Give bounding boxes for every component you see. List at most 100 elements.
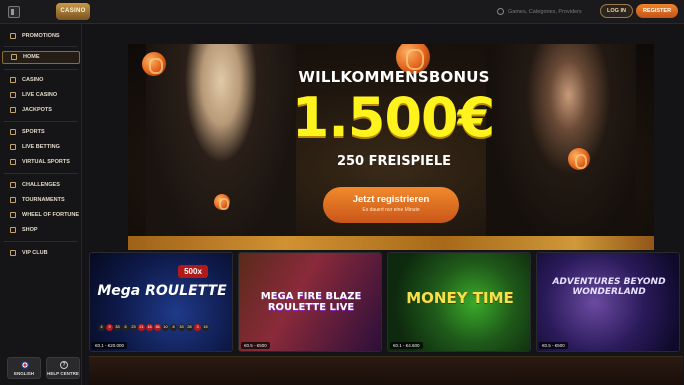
crown-icon bbox=[10, 250, 16, 256]
number-chip: 28 bbox=[186, 324, 193, 331]
game-tile-wonderland[interactable]: ADVENTURES BEYOND WONDERLAND €0.5 - €500 bbox=[536, 252, 680, 352]
jackpot-icon bbox=[10, 107, 16, 113]
number-chip: 8 bbox=[170, 324, 177, 331]
shop-icon bbox=[10, 227, 16, 233]
register-button[interactable]: REGISTER bbox=[636, 4, 678, 18]
login-button[interactable]: LOG IN bbox=[600, 4, 633, 18]
number-chip: 9 bbox=[106, 324, 113, 331]
sidebar-item-label: TOURNAMENTS bbox=[22, 197, 65, 203]
hero-bonus-amount: 1.500€ bbox=[291, 86, 495, 149]
divider bbox=[4, 241, 78, 242]
uk-flag-icon bbox=[21, 361, 29, 369]
sidebar: PROMOTIONS HOME CASINO LIVE CASINO JACKP… bbox=[0, 24, 82, 385]
cta-sublabel: Es dauert nur eine Minute bbox=[362, 207, 420, 213]
game-tile-fire-blaze-roulette[interactable]: MEGA FIRE BLAZE ROULETTE LIVE €0.5 - €50… bbox=[238, 252, 382, 352]
sidebar-item-label: LIVE BETTING bbox=[22, 144, 60, 150]
sidebar-item-virtual-sports[interactable]: VIRTUAL SPORTS bbox=[2, 156, 80, 168]
sidebar-item-live-betting[interactable]: LIVE BETTING bbox=[2, 141, 80, 153]
number-chip: 33 bbox=[114, 324, 121, 331]
game-title: ADVENTURES BEYOND WONDERLAND bbox=[552, 277, 666, 297]
search-box[interactable] bbox=[494, 5, 594, 19]
sidebar-item-sports[interactable]: SPORTS bbox=[2, 126, 80, 138]
sidebar-item-shop[interactable]: SHOP bbox=[2, 224, 80, 236]
number-chip: 4 bbox=[98, 324, 105, 331]
top-bar: CASINO LOG IN REGISTER bbox=[0, 0, 684, 24]
next-section-banner bbox=[89, 356, 683, 385]
gold-coins-pile bbox=[128, 236, 654, 250]
sidebar-item-label: VIP CLUB bbox=[22, 250, 48, 256]
game-title: MEGA FIRE BLAZE ROULETTE LIVE bbox=[260, 291, 362, 313]
sidebar-item-label: LIVE CASINO bbox=[22, 92, 58, 98]
number-chip: 21 bbox=[138, 324, 145, 331]
hero-free-spins: 250 FREISPIELE bbox=[336, 154, 452, 169]
number-chip: 18 bbox=[146, 324, 153, 331]
number-chip: 3 bbox=[194, 324, 201, 331]
bet-limits: €0.5 - €500 bbox=[241, 342, 270, 349]
sidebar-item-casino[interactable]: CASINO bbox=[2, 74, 80, 86]
sidebar-item-wheel-of-fortune[interactable]: WHEEL OF FORTUNE bbox=[2, 209, 80, 221]
hero-title: WILLKOMMENSBONUS bbox=[298, 68, 490, 86]
help-centre-button[interactable]: ? HELP CENTRE bbox=[46, 357, 80, 379]
sidebar-item-tournaments[interactable]: TOURNAMENTS bbox=[2, 194, 80, 206]
trophy-icon bbox=[10, 182, 16, 188]
sidebar-item-vip-club[interactable]: VIP CLUB bbox=[2, 247, 80, 259]
menu-toggle-icon[interactable] bbox=[8, 6, 20, 18]
help-icon: ? bbox=[60, 361, 68, 369]
number-chip: 33 bbox=[178, 324, 185, 331]
game-artwork bbox=[90, 253, 232, 351]
number-chip: 10 bbox=[162, 324, 169, 331]
game-tile-mega-roulette[interactable]: Mega ROULETTE 500x 4 9 33 6 23 21 18 36 10 8 33 28 3… bbox=[89, 252, 233, 352]
bet-limits: €0.5 - €500 bbox=[539, 342, 568, 349]
language-button[interactable]: ENGLISH bbox=[7, 357, 41, 379]
number-chip: 15 bbox=[202, 324, 209, 331]
cup-icon bbox=[10, 197, 16, 203]
game-tile-money-time[interactable]: MONEY TIME €0.1 - €4.600 bbox=[387, 252, 531, 352]
sidebar-item-home[interactable]: HOME bbox=[2, 51, 80, 64]
number-chip: 23 bbox=[130, 324, 137, 331]
language-label: ENGLISH bbox=[13, 371, 34, 376]
game-title: Mega ROULETTE bbox=[97, 283, 227, 299]
divider bbox=[4, 121, 78, 122]
coin-icon bbox=[142, 52, 166, 76]
casino-logo[interactable]: CASINO bbox=[56, 3, 90, 20]
sidebar-item-label: JACKPOTS bbox=[22, 107, 52, 113]
game-title: MONEY TIME bbox=[406, 289, 514, 307]
sidebar-item-challenges[interactable]: CHALLENGES bbox=[2, 179, 80, 191]
coin-icon bbox=[214, 194, 230, 210]
game-carousel: Mega ROULETTE 500x 4 9 33 6 23 21 18 36 10 8 33 28 3… bbox=[89, 252, 683, 352]
sidebar-item-label: CASINO bbox=[22, 77, 44, 83]
bet-limits: €0.1 - €20.000 bbox=[92, 342, 128, 349]
search-icon bbox=[497, 8, 504, 15]
gift-icon bbox=[10, 33, 16, 39]
number-chip: 36 bbox=[154, 324, 161, 331]
recent-numbers: 4 9 33 6 23 21 18 36 10 8 33 28 3 15 bbox=[98, 315, 226, 331]
hero-banner[interactable]: WILLKOMMENSBONUS 1.500€ 250 FREISPIELE J… bbox=[128, 44, 654, 250]
search-input[interactable] bbox=[508, 5, 594, 19]
divider bbox=[4, 69, 78, 70]
ball-icon bbox=[10, 129, 16, 135]
help-label: HELP CENTRE bbox=[47, 371, 79, 376]
sidebar-item-label: CHALLENGES bbox=[22, 182, 60, 188]
live-icon bbox=[10, 92, 16, 98]
coin-icon bbox=[568, 148, 590, 170]
sidebar-item-promotions[interactable]: PROMOTIONS bbox=[2, 30, 80, 42]
sidebar-item-jackpots[interactable]: JACKPOTS bbox=[2, 104, 80, 116]
divider bbox=[4, 46, 78, 47]
register-cta-button[interactable]: Jetzt registrieren Es dauert nur eine Mi… bbox=[323, 187, 459, 223]
game-artwork bbox=[537, 253, 679, 351]
sidebar-item-label: SPORTS bbox=[22, 129, 45, 135]
sidebar-item-label: WHEEL OF FORTUNE bbox=[22, 212, 80, 218]
home-icon bbox=[11, 54, 17, 60]
sidebar-item-label: VIRTUAL SPORTS bbox=[22, 159, 70, 165]
wheel-icon bbox=[10, 212, 16, 218]
sidebar-item-label: HOME bbox=[23, 54, 40, 60]
sidebar-item-live-casino[interactable]: LIVE CASINO bbox=[2, 89, 80, 101]
number-chip: 6 bbox=[122, 324, 129, 331]
cta-label: Jetzt registrieren bbox=[352, 194, 430, 205]
multiplier-badge: 500x bbox=[178, 265, 208, 278]
sidebar-item-label: SHOP bbox=[22, 227, 38, 233]
live-bet-icon bbox=[10, 144, 16, 150]
slot-icon bbox=[10, 77, 16, 83]
virtual-icon bbox=[10, 159, 16, 165]
bet-limits: €0.1 - €4.600 bbox=[390, 342, 423, 349]
